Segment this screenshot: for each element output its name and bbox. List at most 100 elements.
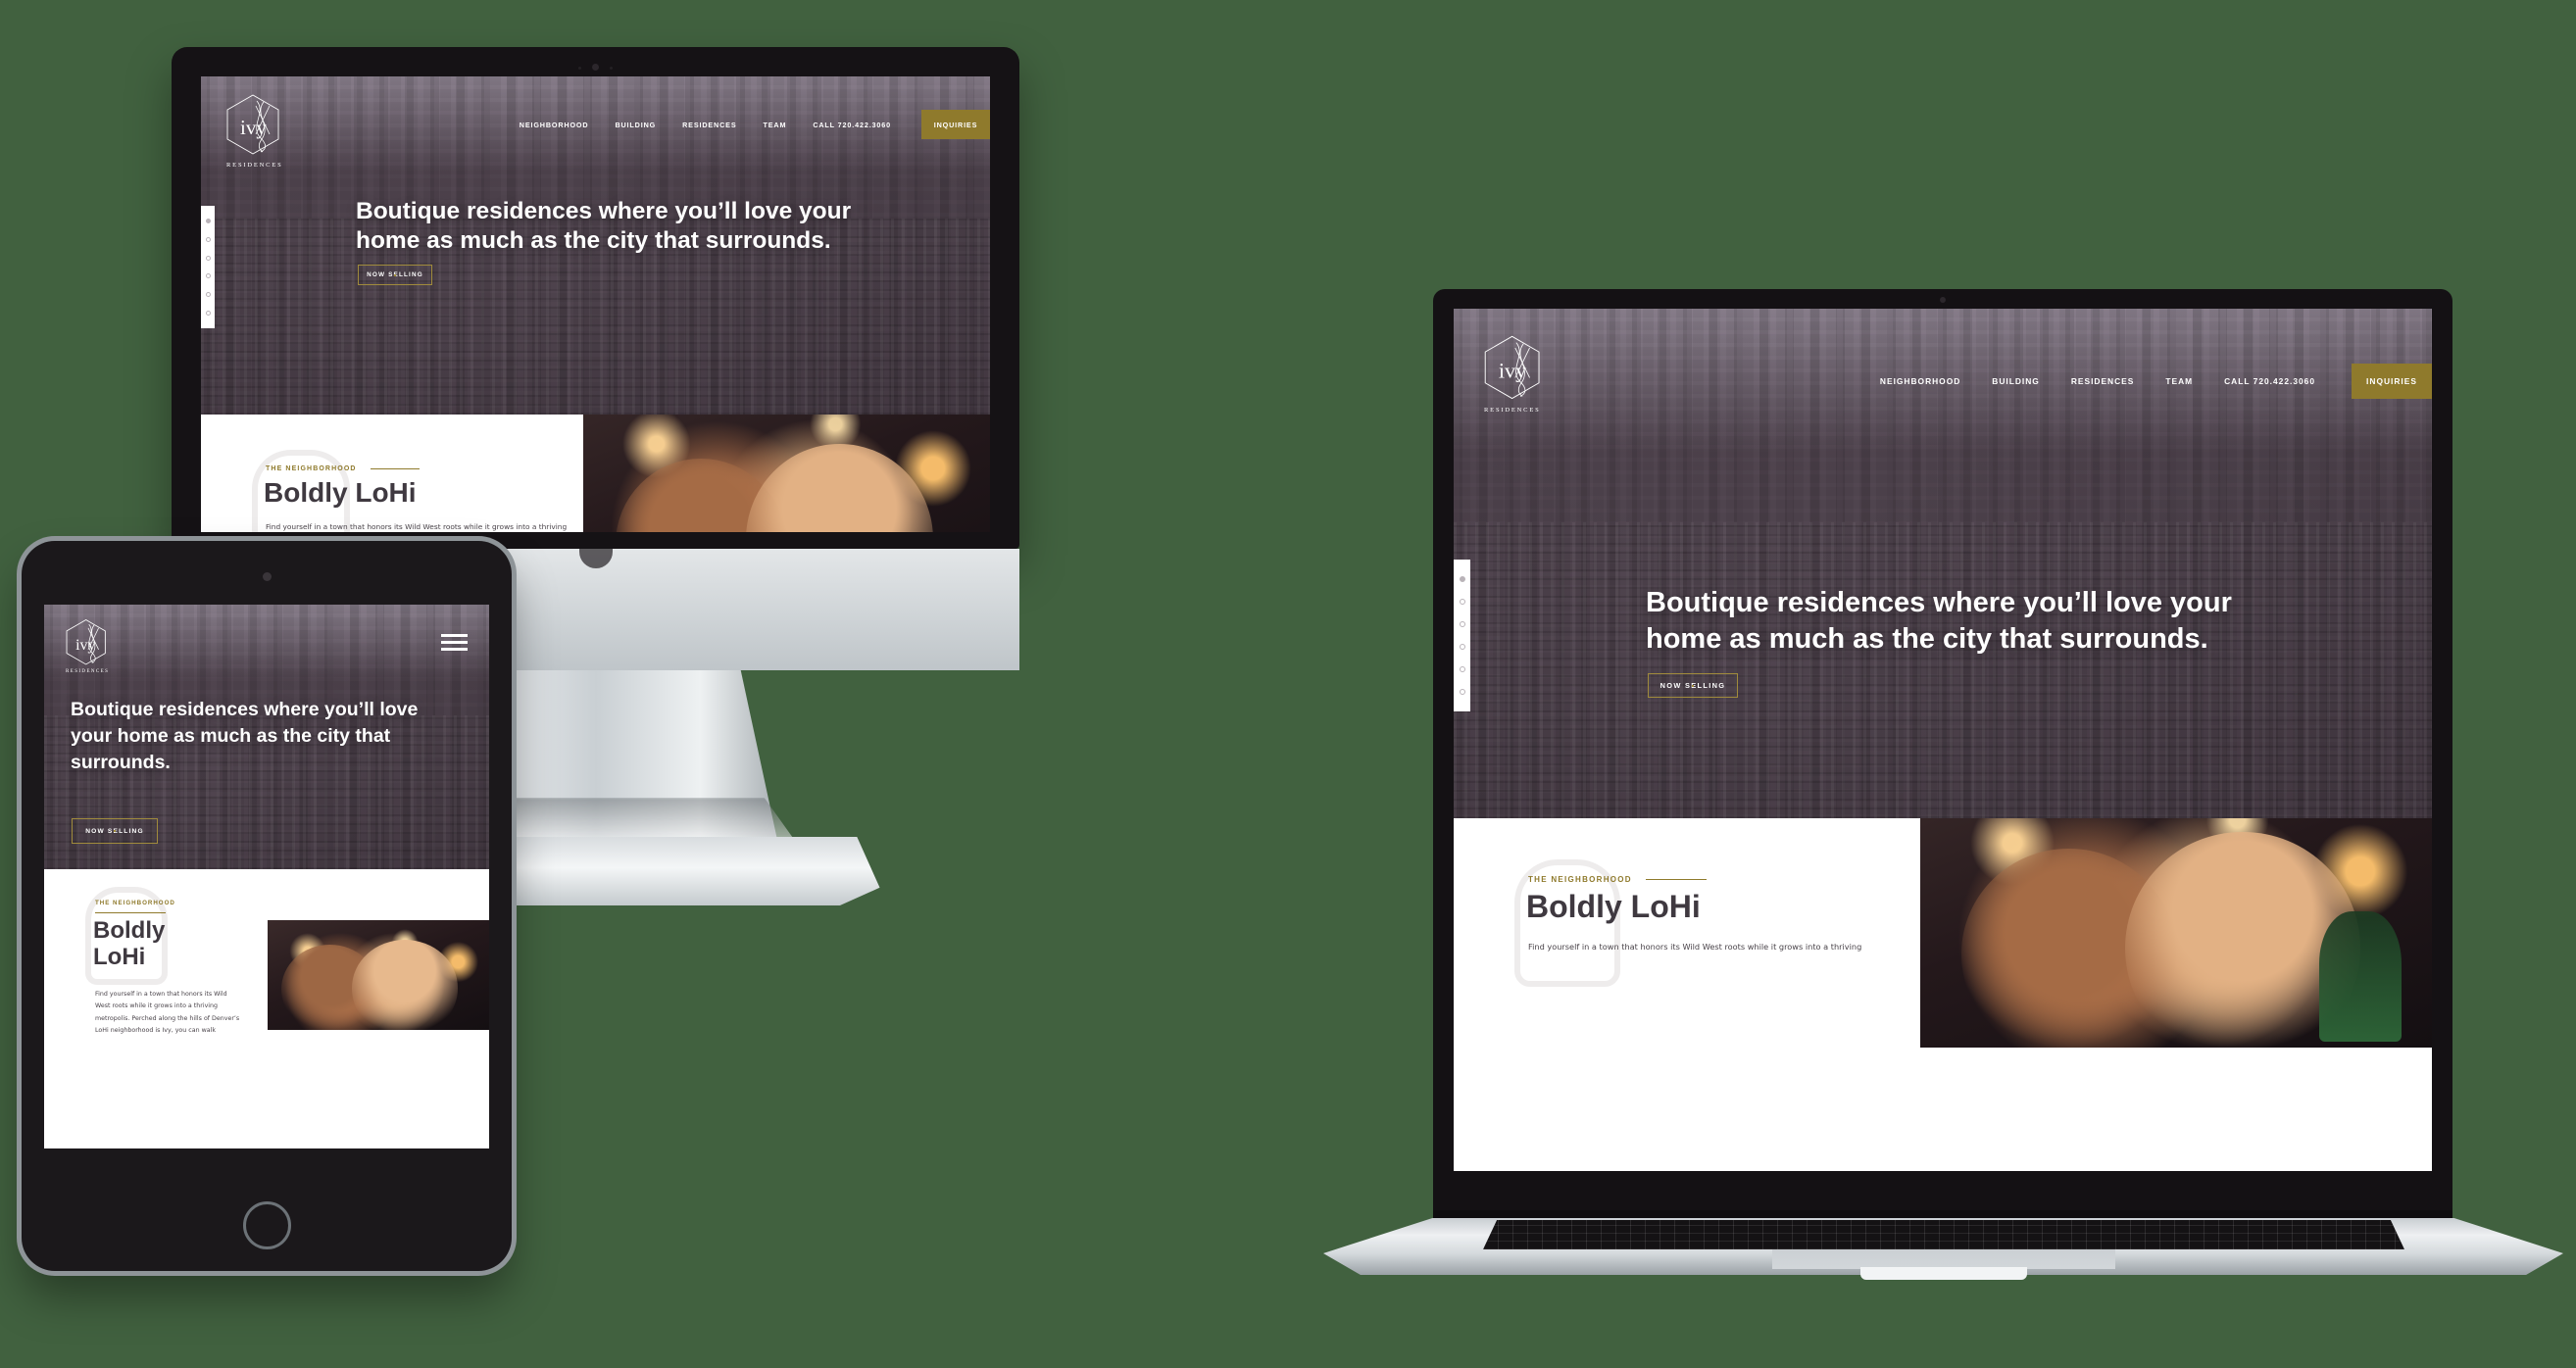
website-tablet: ivy RESIDENCES Boutique residences where…: [44, 605, 489, 1148]
site-logo[interactable]: ivy RESIDENCES: [64, 618, 119, 674]
neighborhood-title-line-1: Boldly: [93, 917, 166, 944]
nav-item-residences[interactable]: RESIDENCES: [2071, 376, 2135, 386]
neighborhood-section: THE NEIGHBORHOOD Boldly LoHi Find yourse…: [44, 869, 489, 1148]
nav-item-neighborhood[interactable]: NEIGHBORHOOD: [520, 121, 589, 129]
slide-dot[interactable]: [205, 292, 211, 298]
imac-bezel: ivy RESIDENCES NEIGHBORHOOD BUILDING RES…: [172, 47, 1019, 549]
photo-bottle: [2319, 910, 2402, 1043]
logo-subtitle: RESIDENCES: [66, 669, 110, 674]
website-desktop: ivy RESIDENCES NEIGHBORHOOD BUILDING RES…: [201, 76, 990, 532]
hero-cta-now-selling[interactable]: NOW SELLING: [72, 818, 158, 844]
nav-item-building[interactable]: BUILDING: [615, 121, 656, 129]
hero-heading: Boutique residences where you’ll love yo…: [356, 197, 944, 257]
hero-heading-line-1: Boutique residences where you’ll love yo…: [1646, 587, 2232, 618]
slide-dot[interactable]: [1459, 644, 1465, 651]
device-tablet: ivy RESIDENCES Boutique residences where…: [22, 541, 512, 1271]
photo-figure-right: [746, 444, 933, 532]
laptop-front-notch: [1859, 1267, 2027, 1280]
neighborhood-photo: [1920, 818, 2432, 1048]
site-logo[interactable]: ivy RESIDENCES: [223, 93, 296, 169]
website-laptop: ivy RESIDENCES NEIGHBORHOOD BUILDING RES…: [1454, 309, 2432, 1171]
imac-webcam-icon: [592, 64, 599, 71]
hero-slide-rail[interactable]: [201, 206, 215, 328]
slide-dot[interactable]: [205, 255, 211, 261]
slide-dot[interactable]: [205, 218, 211, 223]
eyebrow-rule: [370, 468, 420, 469]
hero-heading: Boutique residences where you’ll love yo…: [1646, 585, 2371, 658]
nav-item-team[interactable]: TEAM: [2165, 376, 2193, 386]
hero-cityscape-foreground: [1454, 522, 2432, 818]
slide-dot[interactable]: [1459, 689, 1465, 696]
device-laptop: ivy RESIDENCES NEIGHBORHOOD BUILDING RES…: [1323, 289, 2563, 1280]
laptop-screen: ivy RESIDENCES NEIGHBORHOOD BUILDING RES…: [1454, 309, 2432, 1171]
slide-dot[interactable]: [1459, 575, 1465, 582]
neighborhood-eyebrow-label: THE NEIGHBORHOOD: [95, 900, 175, 906]
nav-item-call[interactable]: CALL 720.422.3060: [2224, 376, 2315, 386]
nav-item-residences[interactable]: RESIDENCES: [682, 121, 736, 129]
hero-cta-now-selling[interactable]: NOW SELLING: [358, 265, 432, 285]
neighborhood-title: Boldly LoHi: [1526, 889, 1701, 924]
nav-item-neighborhood[interactable]: NEIGHBORHOOD: [1880, 376, 1960, 386]
neighborhood-eyebrow-label: THE NEIGHBORHOOD: [266, 465, 357, 472]
eyebrow-rule: [1645, 879, 1707, 880]
nav-cta-inquiries[interactable]: INQUIRIES: [2352, 364, 2432, 399]
hero-cta-label: NOW SELLING: [85, 827, 144, 835]
main-nav: NEIGHBORHOOD BUILDING RESIDENCES TEAM CA…: [1880, 364, 2432, 399]
neighborhood-eyebrow: THE NEIGHBORHOOD: [95, 900, 175, 906]
tablet-camera-icon: [262, 572, 272, 581]
neighborhood-photo: [583, 415, 990, 532]
laptop-keyboard[interactable]: [1483, 1220, 2404, 1249]
logo-wordmark-ivy: ivy: [75, 637, 95, 654]
slide-dot[interactable]: [1459, 620, 1465, 627]
eyebrow-rule: [95, 912, 166, 913]
hero-cta-label: NOW SELLING: [367, 271, 423, 278]
laptop-trackpad[interactable]: [1771, 1249, 2115, 1269]
logo-subtitle: RESIDENCES: [226, 162, 283, 169]
neighborhood-eyebrow-label: THE NEIGHBORHOOD: [1528, 875, 1632, 884]
nav-item-team[interactable]: TEAM: [763, 121, 786, 129]
eyebrow-rule-wrap: [95, 912, 166, 913]
photo-figure-right: [351, 940, 459, 1030]
laptop-camera-icon: [1940, 297, 1946, 303]
slide-dot[interactable]: [1459, 666, 1465, 673]
main-nav: NEIGHBORHOOD BUILDING RESIDENCES TEAM CA…: [520, 110, 990, 139]
logo-wordmark-ivy: ivy: [1499, 358, 1526, 382]
site-logo[interactable]: ivy RESIDENCES: [1481, 334, 1558, 414]
tablet-body: ivy RESIDENCES Boutique residences where…: [22, 541, 512, 1271]
tablet-home-button[interactable]: [242, 1201, 291, 1249]
hero-heading-line-1: Boutique residences where you’ll love yo…: [356, 198, 852, 224]
tablet-screen: ivy RESIDENCES Boutique residences where…: [44, 605, 489, 1148]
neighborhood-title: Boldly LoHi: [264, 477, 417, 508]
neighborhood-body: Find yourself in a town that honors its …: [95, 991, 240, 1034]
slide-dot[interactable]: [205, 311, 211, 317]
neighborhood-photo: [268, 920, 489, 1030]
hamburger-menu-icon[interactable]: [441, 634, 468, 651]
neighborhood-eyebrow: THE NEIGHBORHOOD: [1528, 875, 1707, 884]
hero-cta-now-selling[interactable]: NOW SELLING: [1648, 673, 1738, 698]
neighborhood-section: THE NEIGHBORHOOD Boldly LoHi Find yourse…: [1454, 818, 2432, 1171]
hero-heading-line-2: home as much as the city that surrounds.: [1646, 623, 2208, 656]
hexagon-ivy-monogram-icon: ivy: [1484, 335, 1540, 400]
hero-heading-line-2: home as much as the city that surrounds.: [356, 227, 831, 255]
slide-dot[interactable]: [205, 273, 211, 279]
imac-screen: ivy RESIDENCES NEIGHBORHOOD BUILDING RES…: [201, 76, 990, 532]
hexagon-ivy-monogram-icon: ivy: [226, 94, 279, 155]
keyboard-keys: [1483, 1220, 2404, 1249]
neighborhood-section: THE NEIGHBORHOOD Boldly LoHi Find yourse…: [201, 415, 990, 532]
hero-heading: Boutique residences where you’ll love yo…: [71, 699, 419, 773]
hexagon-ivy-monogram-icon: ivy: [66, 619, 106, 665]
logo-subtitle: RESIDENCES: [1484, 407, 1541, 414]
neighborhood-eyebrow: THE NEIGHBORHOOD: [266, 465, 420, 472]
slide-dot[interactable]: [205, 236, 211, 242]
imac-logo-icon: [578, 549, 613, 568]
neighborhood-title: Boldly LoHi: [93, 917, 166, 971]
logo-wordmark-ivy: ivy: [240, 116, 267, 139]
nav-item-call[interactable]: CALL 720.422.3060: [813, 121, 891, 129]
hero-slide-rail[interactable]: [1454, 560, 1470, 711]
neighborhood-title-line-2: LoHi: [93, 943, 146, 970]
slide-dot[interactable]: [1459, 598, 1465, 605]
laptop-lid: ivy RESIDENCES NEIGHBORHOOD BUILDING RES…: [1433, 289, 2452, 1210]
hero-cta-label: NOW SELLING: [1660, 681, 1726, 690]
nav-cta-inquiries[interactable]: INQUIRIES: [921, 110, 990, 139]
nav-item-building[interactable]: BUILDING: [1992, 376, 2040, 386]
